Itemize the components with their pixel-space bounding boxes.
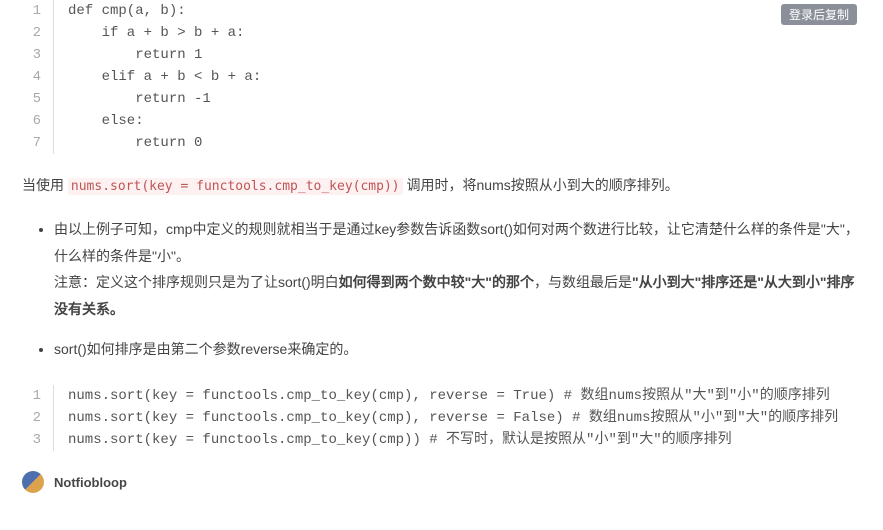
code-row: 3nums.sort(key = functools.cmp_to_key(cm… [22, 429, 861, 451]
code-row: 5 return -1 [22, 88, 861, 110]
line-number: 2 [22, 22, 54, 44]
bold-text: 如何得到两个数中较"大"的那个 [339, 274, 534, 290]
line-number: 7 [22, 132, 54, 154]
code-line: nums.sort(key = functools.cmp_to_key(cmp… [54, 385, 861, 407]
line-number: 2 [22, 407, 54, 429]
inline-code: nums.sort(key = functools.cmp_to_key(cmp… [68, 178, 403, 195]
line-number: 4 [22, 66, 54, 88]
code-line: return 0 [54, 132, 861, 154]
list-item: sort()如何排序是由第二个参数reverse来确定的。 [54, 336, 861, 363]
notes-list: 由以上例子可知，cmp中定义的规则就相当于是通过key参数告诉函数sort()如… [54, 216, 861, 363]
username: Notfiobloop [54, 475, 127, 490]
avatar [22, 471, 44, 493]
text: 由以上例子可知，cmp中定义的规则就相当于是通过key参数告诉函数sort()如… [54, 221, 859, 264]
author-row: Notfiobloop [22, 471, 861, 493]
paragraph-usage: 当使用 nums.sort(key = functools.cmp_to_key… [22, 174, 861, 198]
code-row: 2 if a + b > b + a: [22, 22, 861, 44]
code-row: 4 elif a + b < b + a: [22, 66, 861, 88]
code-row: 2nums.sort(key = functools.cmp_to_key(cm… [22, 407, 861, 429]
code-line: elif a + b < b + a: [54, 66, 861, 88]
text: ，与数组最后是 [534, 274, 632, 290]
code-line: return -1 [54, 88, 861, 110]
code-row: 3 return 1 [22, 44, 861, 66]
line-number: 3 [22, 429, 54, 451]
code-row: 1def cmp(a, b): [22, 0, 861, 22]
text: 当使用 [22, 177, 68, 193]
line-number: 6 [22, 110, 54, 132]
code-row: 1nums.sort(key = functools.cmp_to_key(cm… [22, 385, 861, 407]
text: 调用时，将nums按照从小到大的顺序排列。 [403, 177, 679, 193]
text: sort()如何排序是由第二个参数reverse来确定的。 [54, 341, 357, 357]
text: 注意：定义这个排序规则只是为了让sort()明白 [54, 274, 339, 290]
line-number: 1 [22, 0, 54, 22]
code-table-2: 1nums.sort(key = functools.cmp_to_key(cm… [22, 385, 861, 451]
code-line: else: [54, 110, 861, 132]
line-number: 3 [22, 44, 54, 66]
code-line: def cmp(a, b): [54, 0, 861, 22]
code-line: if a + b > b + a: [54, 22, 861, 44]
code-line: nums.sort(key = functools.cmp_to_key(cmp… [54, 407, 861, 429]
list-item: 由以上例子可知，cmp中定义的规则就相当于是通过key参数告诉函数sort()如… [54, 216, 861, 322]
code-row: 6 else: [22, 110, 861, 132]
copy-button[interactable]: 登录后复制 [781, 4, 857, 25]
line-number: 1 [22, 385, 54, 407]
code-block-1: 登录后复制 1def cmp(a, b):2 if a + b > b + a:… [22, 0, 861, 154]
code-table-1: 1def cmp(a, b):2 if a + b > b + a:3 retu… [22, 0, 861, 154]
code-line: nums.sort(key = functools.cmp_to_key(cmp… [54, 429, 861, 451]
code-line: return 1 [54, 44, 861, 66]
code-block-2: 1nums.sort(key = functools.cmp_to_key(cm… [22, 385, 861, 451]
code-row: 7 return 0 [22, 132, 861, 154]
line-number: 5 [22, 88, 54, 110]
